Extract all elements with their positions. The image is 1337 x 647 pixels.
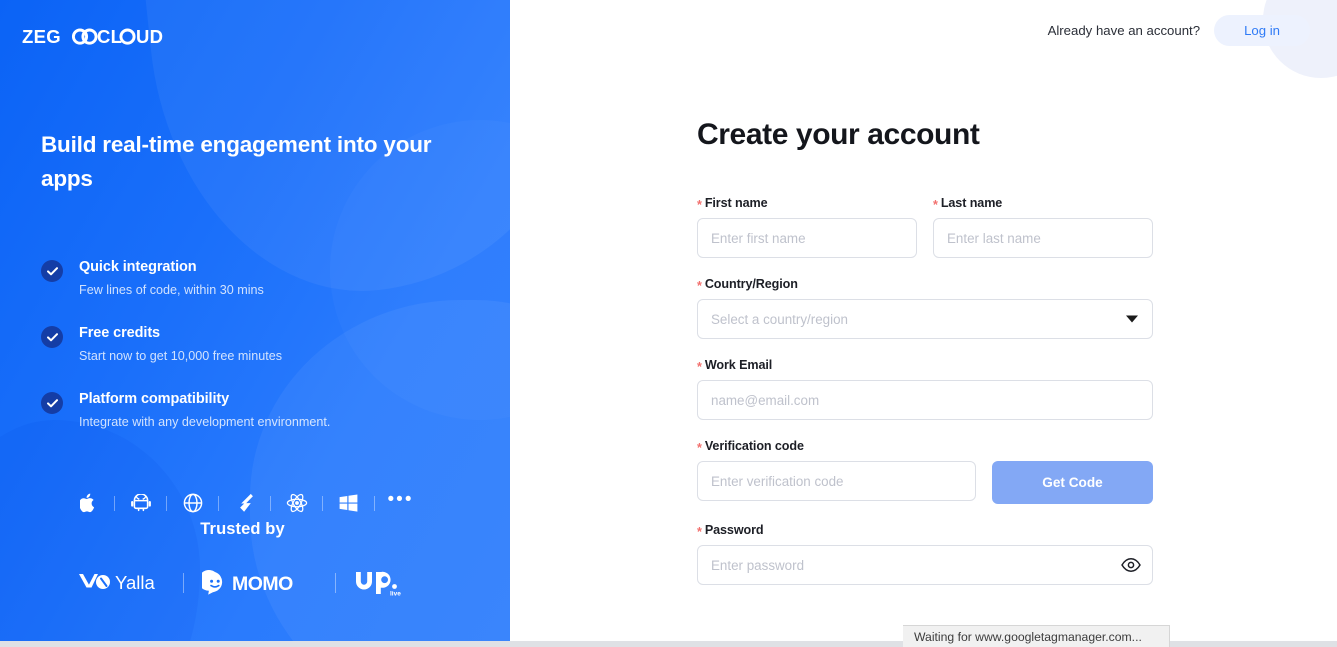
last-name-label: * Last name (933, 196, 1153, 212)
password-label: * Password (697, 523, 1153, 539)
last-name-input[interactable] (933, 218, 1153, 258)
browser-status-bar: Waiting for www.googletagmanager.com... (903, 625, 1170, 647)
check-circle-icon (41, 326, 63, 348)
email-label-text: Work Email (704, 358, 773, 372)
android-icon (126, 489, 155, 517)
signup-form-panel: Already have an account? Log in Create y… (510, 0, 1337, 641)
log-in-button[interactable]: Log in (1214, 15, 1310, 46)
feature-list: Quick integration Few lines of code, wit… (41, 258, 471, 431)
feature-title: Platform compatibility (79, 391, 230, 407)
password-label-text: Password (704, 523, 764, 537)
marketing-headline: Build real-time engagement into your app… (41, 132, 432, 191)
verification-input-shell (697, 461, 976, 501)
check-circle-icon (41, 260, 63, 282)
country-label-text: Country/Region (704, 277, 798, 291)
divider (270, 495, 271, 511)
get-code-button[interactable]: Get Code (992, 461, 1153, 504)
password-input[interactable] (697, 545, 1153, 585)
required-marker: * (697, 279, 702, 293)
svg-text:MOMO: MOMO (232, 573, 293, 595)
web-globe-icon (178, 489, 207, 517)
verification-code-input[interactable] (697, 461, 976, 501)
signup-page: ZEG CL UD Build real-time engagement int… (0, 0, 1337, 647)
already-have-account-label: Already have an account? (1047, 23, 1201, 38)
react-icon (282, 489, 311, 517)
password-input-shell (697, 545, 1153, 585)
check-circle-icon (41, 392, 63, 414)
momo-logo: MOMO (202, 569, 317, 597)
divider (218, 495, 219, 511)
required-marker: * (697, 525, 702, 539)
divider (374, 495, 375, 511)
yalla-logo: Yalla (77, 569, 165, 597)
svg-text:Yalla: Yalla (115, 572, 155, 593)
feature-description: Start now to get 10,000 free minutes (79, 349, 283, 363)
trusted-by-logos: Yalla MOMO live (0, 568, 485, 598)
svg-text:live: live (390, 591, 401, 598)
chevron-down-icon (1126, 315, 1138, 323)
last-name-input-shell (933, 218, 1153, 258)
divider (166, 495, 167, 511)
flutter-icon (230, 489, 259, 517)
country-label: * Country/Region (697, 277, 1153, 293)
trusted-by-label: Trusted by (200, 520, 285, 538)
country-select[interactable]: Select a country/region (697, 299, 1153, 339)
divider (183, 573, 184, 593)
svg-text:CL: CL (97, 26, 122, 47)
feature-description: Few lines of code, within 30 mins (79, 283, 264, 297)
email-label: * Work Email (697, 358, 1153, 374)
password-field-group: * Password (697, 523, 1153, 585)
uplive-logo: live (354, 568, 408, 598)
top-bar: Already have an account? Log in (1048, 15, 1310, 46)
verification-label-text: Verification code (704, 439, 804, 453)
feature-item: Free credits Start now to get 10,000 fre… (41, 324, 471, 365)
divider (114, 495, 115, 511)
name-field-row: *First name *Last name (697, 196, 1153, 277)
verification-label: * Verification code (697, 439, 1153, 455)
platform-icon-row: ••• (74, 489, 415, 517)
divider (322, 495, 323, 511)
email-input-shell (697, 380, 1153, 420)
required-marker: * (697, 198, 702, 212)
zegocloud-logo[interactable]: ZEG CL UD (22, 25, 172, 49)
required-marker: * (697, 441, 702, 455)
signup-form: Create your account *First name *Last na… (697, 118, 1153, 604)
feature-title: Free credits (79, 325, 161, 341)
first-name-label-text: First name (704, 196, 768, 210)
verification-row: Get Code (697, 461, 1153, 504)
email-input[interactable] (697, 380, 1153, 420)
divider (335, 573, 336, 593)
more-ellipsis-icon[interactable]: ••• (386, 489, 415, 517)
first-name-input[interactable] (697, 218, 917, 258)
more-ellipsis-glyph: ••• (387, 488, 414, 510)
email-field-group: * Work Email (697, 358, 1153, 420)
country-field-group: * Country/Region Select a country/region (697, 277, 1153, 339)
country-select-value: Select a country/region (711, 311, 848, 327)
feature-item: Quick integration Few lines of code, wit… (41, 258, 471, 299)
first-name-label: * First name (697, 196, 917, 212)
status-bar-text: Waiting for www.googletagmanager.com... (914, 629, 1142, 644)
verification-field-group: *Verification code Get Code (697, 439, 1153, 504)
required-marker: * (933, 198, 938, 212)
first-name-field-group: * First name (697, 196, 917, 258)
page-title: Create your account (697, 118, 980, 151)
first-name-input-shell (697, 218, 917, 258)
svg-text:UD: UD (136, 26, 163, 47)
svg-text:ZEG: ZEG (22, 26, 61, 47)
last-name-field-group: * Last name (933, 196, 1153, 258)
marketing-panel: ZEG CL UD Build real-time engagement int… (0, 0, 510, 641)
feature-title: Quick integration (79, 259, 197, 275)
feature-description: Integrate with any development environme… (79, 415, 331, 429)
apple-icon (74, 489, 103, 517)
feature-item: Platform compatibility Integrate with an… (41, 390, 471, 431)
required-marker: * (697, 360, 702, 374)
windows-icon (334, 489, 363, 517)
last-name-label-text: Last name (940, 196, 1003, 210)
show-password-eye-icon[interactable] (1121, 558, 1141, 572)
